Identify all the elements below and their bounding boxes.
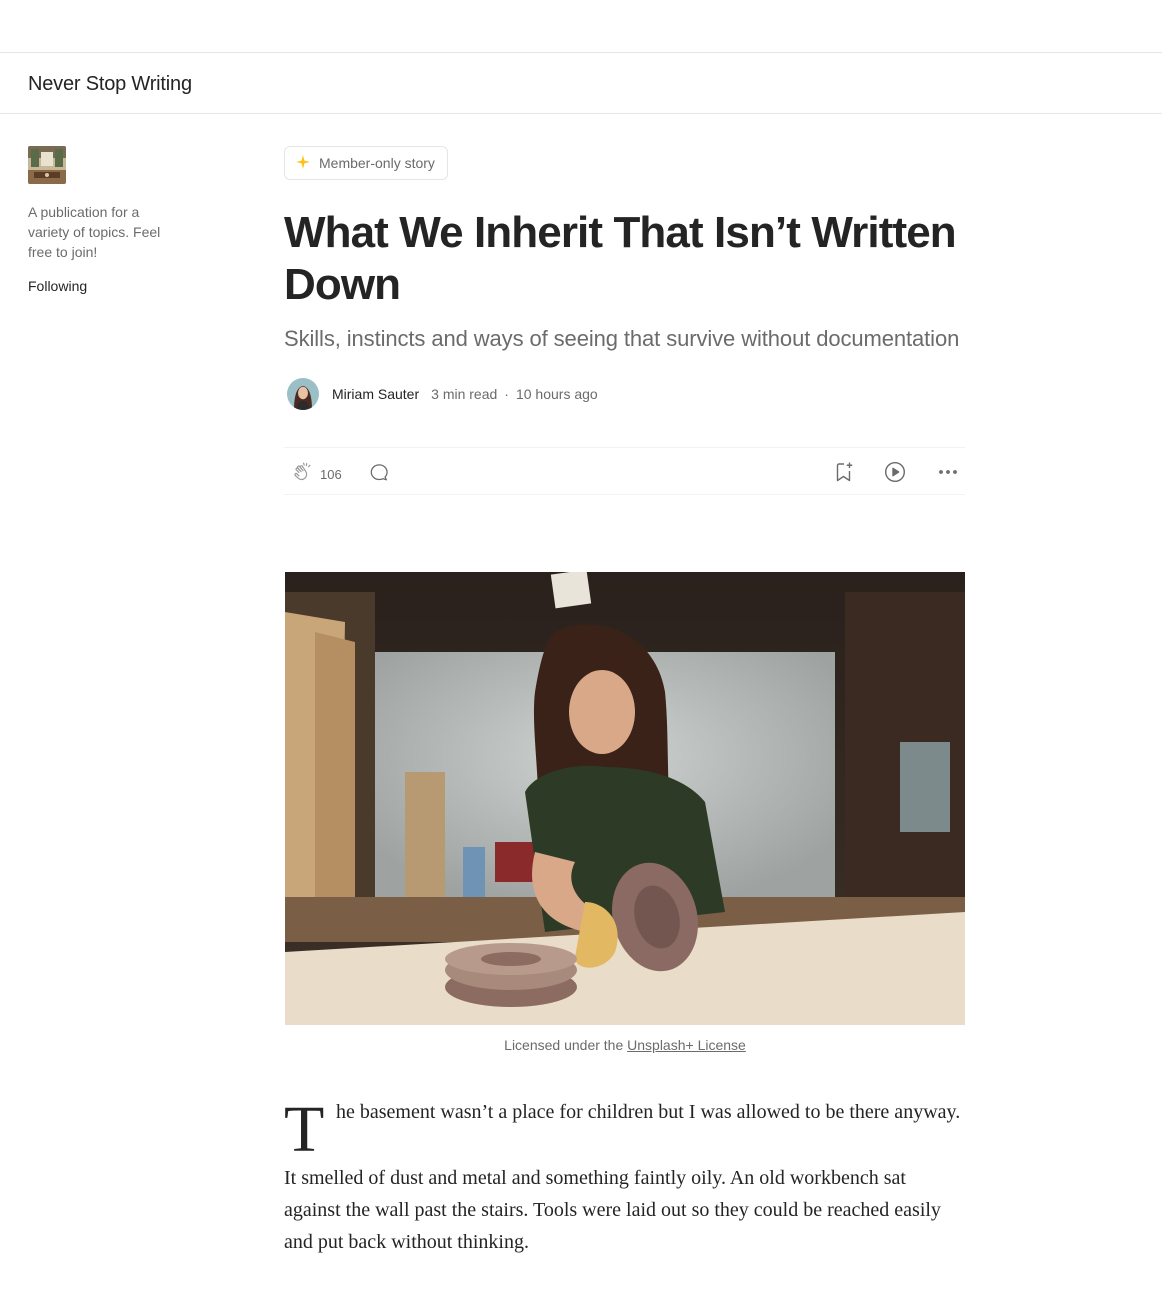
article-action-bar: 106 bbox=[284, 447, 965, 495]
unsplash-license-link[interactable]: Unsplash+ License bbox=[627, 1037, 746, 1053]
hero-image[interactable] bbox=[285, 572, 965, 1025]
article-body: T he basement wasn’t a place for childre… bbox=[284, 1096, 964, 1258]
member-only-badge: Member-only story bbox=[284, 146, 448, 180]
listen-play-icon bbox=[883, 461, 907, 488]
publication-description: A publication for a variety of topics. F… bbox=[28, 204, 161, 260]
caption-prefix: Licensed under the bbox=[504, 1037, 624, 1053]
publication-bar: Never Stop Writing bbox=[0, 53, 1162, 114]
more-options-button[interactable] bbox=[936, 460, 960, 489]
publication-sidebar: A publication for a variety of topics. F… bbox=[28, 146, 178, 296]
following-button[interactable]: Following bbox=[28, 278, 87, 294]
author-name-link[interactable]: Miriam Sauter bbox=[332, 386, 419, 402]
meta-separator: · bbox=[504, 386, 509, 402]
more-icon bbox=[936, 470, 960, 488]
response-icon bbox=[368, 464, 390, 487]
bookmark-add-icon bbox=[832, 462, 856, 488]
drop-cap: T bbox=[284, 1093, 325, 1166]
paragraph-2: It smelled of dust and metal and somethi… bbox=[284, 1167, 941, 1253]
clap-icon bbox=[292, 461, 314, 488]
publication-logo[interactable] bbox=[28, 146, 66, 184]
image-caption: Licensed under the Unsplash+ License bbox=[285, 1037, 965, 1053]
article-title: What We Inherit That Isn’t Written Down bbox=[284, 208, 957, 309]
read-time: 3 min read bbox=[431, 386, 498, 402]
article-header: Member-only story What We Inherit That I… bbox=[284, 146, 965, 495]
responses-button[interactable] bbox=[368, 461, 390, 488]
article-subtitle: Skills, instincts and ways of seeing tha… bbox=[284, 326, 960, 351]
sparkle-icon bbox=[295, 154, 311, 173]
published-time: 10 hours ago bbox=[515, 386, 598, 402]
author-avatar[interactable] bbox=[287, 378, 319, 410]
clap-button[interactable]: 106 bbox=[292, 461, 342, 488]
publication-name-link[interactable]: Never Stop Writing bbox=[28, 73, 192, 96]
paragraph-1-text: he basement wasn’t a place for children … bbox=[336, 1101, 961, 1123]
listen-button[interactable] bbox=[883, 460, 907, 489]
byline: Miriam Sauter 3 min read · 10 hours ago bbox=[284, 377, 965, 411]
top-navigation-bar bbox=[0, 0, 1162, 53]
clap-count: 106 bbox=[320, 467, 342, 482]
save-bookmark-button[interactable] bbox=[832, 460, 856, 489]
member-only-label: Member-only story bbox=[319, 155, 435, 171]
paragraph-1: T he basement wasn’t a place for childre… bbox=[284, 1096, 964, 1163]
